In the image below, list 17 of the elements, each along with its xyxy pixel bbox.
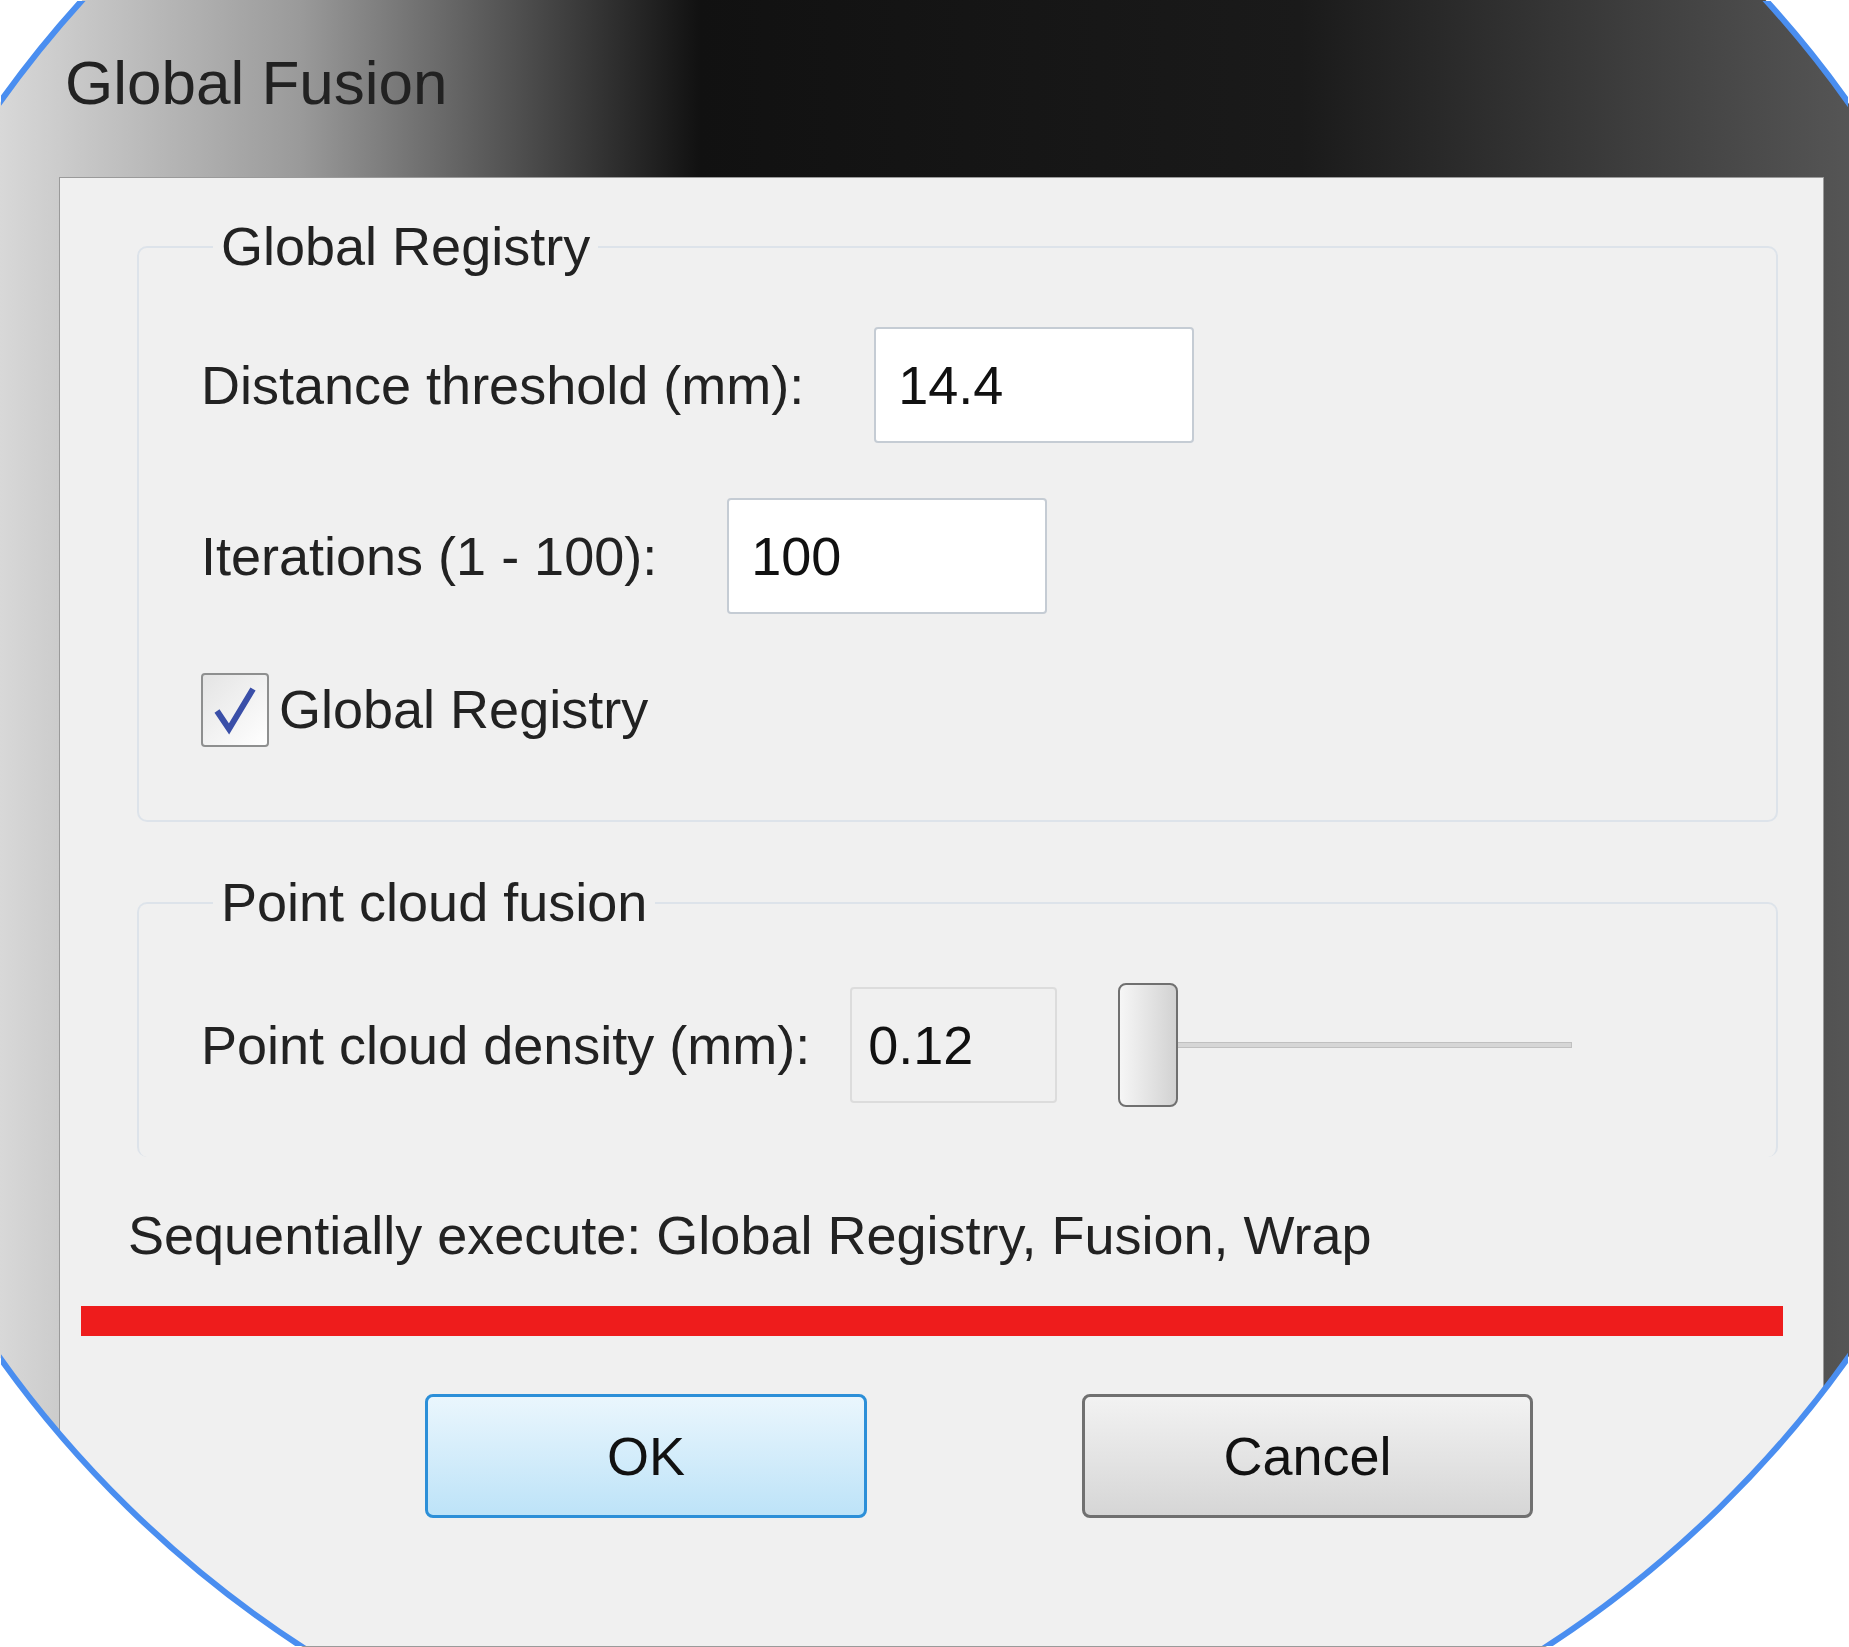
dialog-button[interactable]: Cancel: [1082, 1394, 1533, 1518]
group-title: Global Registry: [220, 215, 592, 278]
status-text: Sequentially execute: Global Registry, Fusion, Wrap: [128, 1205, 1372, 1265]
field-label: Iterations (1 - 100):: [201, 524, 658, 588]
field-label: Distance threshold (mm):: [201, 353, 805, 417]
checkbox[interactable]: [201, 672, 269, 747]
slider-thumb[interactable]: [1118, 983, 1179, 1107]
checkbox-label: Global Registry: [279, 678, 649, 741]
slider-track[interactable]: [1118, 983, 1573, 1107]
input-field[interactable]: 14.4: [874, 327, 1195, 443]
checkmark-icon: [213, 684, 257, 735]
group-title: Point cloud fusion: [220, 871, 649, 934]
window-title: Global Fusion: [65, 47, 448, 119]
input-field[interactable]: 100: [727, 498, 1048, 614]
dialog-button[interactable]: OK: [425, 1394, 867, 1518]
field-label: Point cloud density (mm):: [201, 1013, 811, 1077]
value-field[interactable]: 0.12: [850, 987, 1058, 1103]
